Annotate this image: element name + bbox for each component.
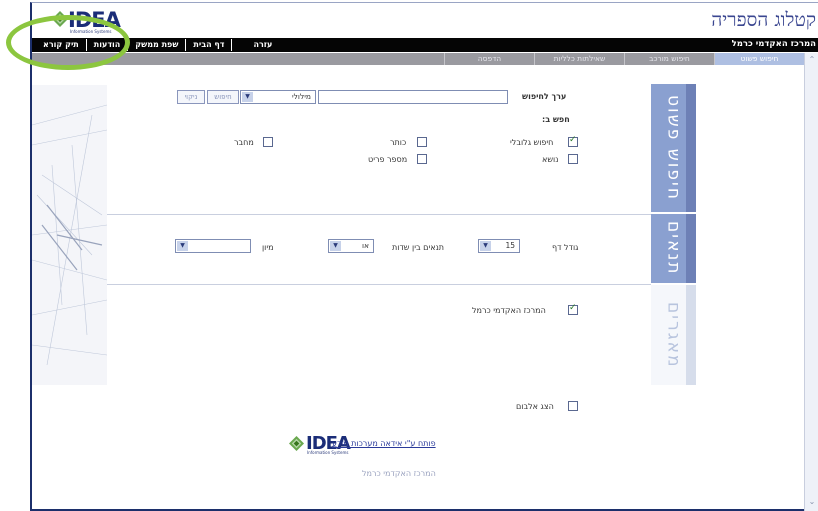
tab-bar: חיפוש פשוט חיפוש מורכב שאילתות כלליות הד… — [32, 53, 804, 65]
repository-label: המרכז האקדמי כרמל — [472, 306, 546, 315]
global-search-label: חיפוש גלובלי — [510, 138, 554, 147]
checkbox-repository-carmel[interactable] — [568, 303, 578, 315]
top-bar: תיק קורא הודעות שפת ממשק דף הבית עזרה המ… — [32, 38, 818, 52]
side-tab-repositories[interactable]: מאגרים — [651, 285, 696, 385]
side-tab-conditions-label: תנאים — [663, 221, 684, 276]
menu-help[interactable]: עזרה — [246, 39, 279, 51]
chevron-down-icon: ▼ — [242, 92, 253, 102]
search-value-label: ערך לחיפוש — [522, 92, 567, 101]
page-size-label: גודל דף — [552, 243, 579, 252]
footer-organization: המרכז האקדמי כרמל — [362, 469, 436, 478]
tab-print[interactable]: הדפסה — [444, 53, 534, 65]
page-size-value: 15 — [505, 241, 515, 250]
side-tab-simple-search-label: חיפוש פשוט — [663, 95, 684, 201]
sort-select[interactable]: ▼ — [175, 239, 251, 253]
decorative-sketch-image — [32, 85, 107, 385]
side-tab-repositories-label: מאגרים — [663, 301, 684, 369]
footer-logo-subtext: Information Systems — [307, 450, 349, 455]
app-title: קטלוג הספריה — [711, 9, 816, 31]
tab-advanced-search[interactable]: חיפוש מורכב — [624, 53, 714, 65]
title-label: כותר — [390, 138, 407, 147]
vertical-scrollbar[interactable]: ⌃ ⌄ — [804, 53, 818, 511]
subject-label: נושא — [542, 155, 559, 164]
search-input[interactable] — [318, 90, 508, 104]
clear-button[interactable]: ניקוי — [177, 90, 205, 104]
side-tab-simple-search[interactable]: חיפוש פשוט — [651, 84, 696, 212]
menu-home[interactable]: דף הבית — [186, 39, 233, 51]
scroll-down-icon[interactable]: ⌄ — [806, 497, 818, 507]
search-by-label: חפש ב: — [542, 115, 570, 124]
item-number-label: מספר פריט — [368, 155, 408, 164]
search-button[interactable]: חיפוש — [207, 90, 239, 104]
author-label: מחבר — [234, 138, 254, 147]
chevron-down-icon: ▼ — [330, 241, 341, 251]
tab-general-queries[interactable]: שאילתות כלליות — [534, 53, 624, 65]
show-album-label: הצג אלבום — [516, 402, 554, 411]
field-condition-select[interactable]: או ▼ — [328, 239, 374, 253]
main-content: חיפוש פשוט תנאים מאגרים ערך לחיפוש מילול… — [32, 65, 804, 509]
chevron-down-icon: ▼ — [177, 241, 188, 251]
match-type-value: מילולי — [291, 92, 311, 101]
field-condition-label: תנאים בין שדות — [392, 243, 445, 252]
scroll-up-icon[interactable]: ⌃ — [806, 55, 818, 65]
field-condition-value: או — [361, 241, 369, 250]
page-size-select[interactable]: 15 ▼ — [478, 239, 520, 253]
checkbox-subject[interactable] — [568, 154, 578, 164]
menu-interface-language[interactable]: שפת ממשק — [128, 39, 187, 51]
chevron-down-icon: ▼ — [480, 241, 491, 251]
section-divider — [107, 284, 651, 285]
checkbox-global-search[interactable] — [568, 135, 578, 147]
side-tab-conditions[interactable]: תנאים — [651, 214, 696, 283]
checkbox-item-number[interactable] — [417, 154, 427, 164]
match-type-select[interactable]: מילולי ▼ — [240, 90, 316, 104]
organization-name: המרכז האקדמי כרמל — [731, 39, 816, 49]
section-divider — [107, 214, 651, 215]
checkbox-title[interactable] — [417, 137, 427, 147]
checkbox-show-album[interactable] — [568, 401, 578, 411]
logo-diamond-icon — [289, 436, 304, 451]
highlight-annotation-circle — [6, 15, 130, 70]
sort-label: מיון — [262, 243, 274, 252]
tab-simple-search[interactable]: חיפוש פשוט — [714, 53, 804, 65]
powered-by-link[interactable]: פותח ע"י אידאה מערכות מידע — [332, 439, 436, 448]
checkbox-author[interactable] — [263, 137, 273, 147]
